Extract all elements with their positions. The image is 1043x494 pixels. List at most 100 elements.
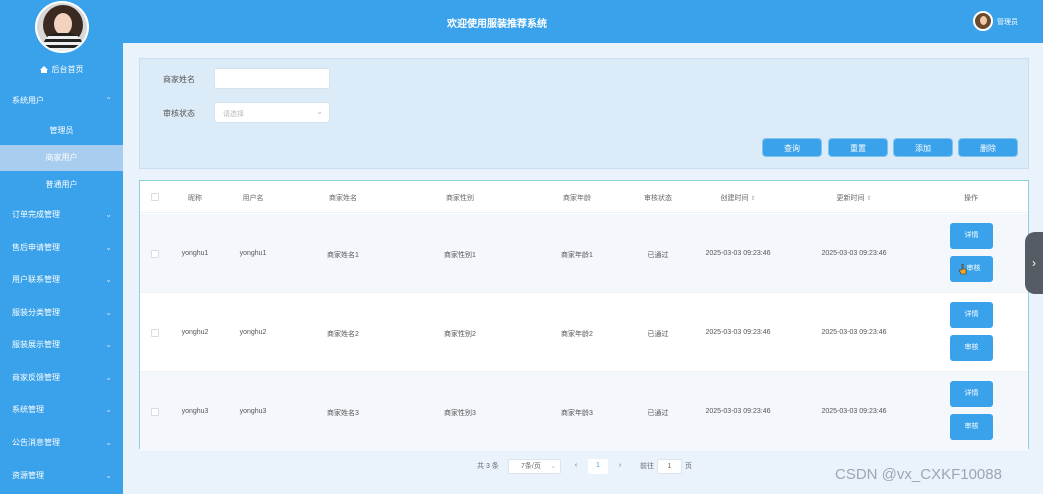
chevron-down-icon: ⌄	[316, 107, 323, 116]
sidebar-item-merchant-feedback[interactable]: 商家反馈管理 ⌄	[0, 365, 123, 391]
column-header: 商家姓名	[329, 195, 357, 202]
page-suffix: 页	[685, 463, 692, 470]
cell-created: 2025-03-03 09:23:46	[705, 408, 771, 415]
column-header: 操作	[964, 195, 978, 202]
top-header: 欢迎使用服装推荐系统 管理员	[123, 0, 1043, 43]
row-checkbox[interactable]	[151, 250, 159, 258]
sidebar: 后台首页 系统用户 ⌃ 管理员 商家用户 普通用户 订单完成管理 ⌄ 售后申请管…	[0, 0, 123, 494]
sidebar-item-home[interactable]: 后台首页	[0, 57, 123, 83]
chevron-right-icon[interactable]: ›	[1025, 232, 1043, 294]
cell-nickname: yonghu3	[181, 408, 209, 415]
chevron-up-icon: ⌃	[105, 96, 112, 105]
column-header-updated[interactable]: 更新时间 ⇕	[836, 193, 871, 203]
sidebar-subitem-normal-users[interactable]: 普通用户	[0, 172, 123, 198]
sidebar-item-system-management[interactable]: 系统管理 ⌄	[0, 397, 123, 423]
cell-gender: 商家性别2	[444, 331, 476, 338]
detail-button[interactable]: 详情	[950, 302, 993, 328]
cell-gender: 商家性别3	[444, 410, 476, 417]
cell-age: 商家年龄2	[561, 331, 593, 338]
page-size-select[interactable]: 7条/页 ⌄	[508, 459, 561, 474]
column-header: 商家性别	[446, 195, 474, 202]
cell-username: yonghu3	[239, 408, 267, 415]
column-header: 商家年龄	[563, 195, 591, 202]
review-status-label: 审核状态	[163, 109, 195, 118]
cell-updated: 2025-03-03 09:23:46	[821, 329, 887, 336]
sidebar-subitem-merchant-users[interactable]: 商家用户	[0, 145, 123, 171]
cell-updated: 2025-03-03 09:23:46	[821, 408, 887, 415]
cell-nickname: yonghu1	[181, 250, 209, 257]
sidebar-item-announcements[interactable]: 公告消息管理 ⌄	[0, 430, 123, 456]
cell-status: 已通过	[647, 252, 669, 259]
table-row: yonghu1 yonghu1 商家姓名1 商家性别1 商家年龄1 已通过 20…	[140, 214, 1028, 293]
merchant-name-input[interactable]	[214, 68, 330, 89]
table-row: yonghu2 yonghu2 商家姓名2 商家性别2 商家年龄2 已通过 20…	[140, 293, 1028, 372]
chevron-down-icon: ⌄	[105, 438, 112, 447]
cell-age: 商家年龄1	[561, 252, 593, 259]
column-header: 昵称	[188, 195, 202, 202]
row-checkbox[interactable]	[151, 408, 159, 416]
chevron-down-icon: ⌄	[550, 463, 556, 470]
cell-created: 2025-03-03 09:23:46	[705, 329, 771, 336]
chevron-down-icon: ⌄	[105, 405, 112, 414]
review-button[interactable]: 审核	[950, 335, 993, 361]
chevron-down-icon: ⌄	[105, 340, 112, 349]
row-checkbox[interactable]	[151, 329, 159, 337]
chevron-down-icon: ⌄	[105, 373, 112, 382]
chevron-down-icon: ⌄	[105, 471, 112, 480]
detail-button[interactable]: 详情	[950, 223, 993, 249]
search-panel: 商家姓名 审核状态 请选择 ⌄ 查询 重置 添加 删除	[139, 58, 1029, 169]
sidebar-item-resources[interactable]: 资源管理 ⌄	[0, 463, 123, 489]
page-title: 欢迎使用服装推荐系统	[447, 19, 547, 30]
add-button[interactable]: 添加	[893, 138, 953, 157]
sidebar-item-order-complete[interactable]: 订单完成管理 ⌄	[0, 202, 123, 228]
delete-button[interactable]: 删除	[958, 138, 1018, 157]
current-page[interactable]: 1	[588, 459, 608, 474]
sidebar-item-clothing-category[interactable]: 服装分类管理 ⌄	[0, 300, 123, 326]
user-avatar[interactable]	[973, 11, 993, 31]
detail-button[interactable]: 详情	[950, 381, 993, 407]
cell-name: 商家姓名3	[327, 410, 359, 417]
sidebar-avatar	[35, 1, 89, 53]
sidebar-subitem-admin[interactable]: 管理员	[0, 118, 123, 144]
home-icon	[39, 66, 48, 73]
sidebar-item-clothing-display[interactable]: 服装展示管理 ⌄	[0, 332, 123, 358]
cell-age: 商家年龄3	[561, 410, 593, 417]
cell-username: yonghu1	[239, 250, 267, 257]
query-button[interactable]: 查询	[762, 138, 822, 157]
sort-icon[interactable]: ⇕	[866, 195, 871, 202]
review-status-select[interactable]: 请选择 ⌄	[214, 102, 330, 123]
pagination-total: 共 3 条	[477, 463, 499, 470]
cell-name: 商家姓名1	[327, 252, 359, 259]
hand-cursor-icon	[959, 264, 967, 275]
sidebar-item-user-contact[interactable]: 用户联系管理 ⌄	[0, 267, 123, 293]
next-page-button[interactable]: ›	[614, 459, 626, 474]
reset-button[interactable]: 重置	[828, 138, 888, 157]
cell-nickname: yonghu2	[181, 329, 209, 336]
review-status-placeholder: 请选择	[223, 111, 244, 118]
cell-username: yonghu2	[239, 329, 267, 336]
watermark: CSDN @vx_CXKF10088	[835, 466, 1002, 483]
review-button[interactable]: 审核	[950, 256, 993, 282]
merchant-table: 昵称 用户名 商家姓名 商家性别 商家年龄 审核状态 创建时间 ⇕ 更新时间 ⇕ 操…	[139, 180, 1029, 451]
sidebar-item-after-sales[interactable]: 售后申请管理 ⌄	[0, 235, 123, 261]
user-name[interactable]: 管理员	[997, 17, 1018, 27]
select-all-checkbox[interactable]	[151, 193, 159, 201]
prev-page-button[interactable]: ‹	[570, 459, 582, 474]
cell-updated: 2025-03-03 09:23:46	[821, 250, 887, 257]
merchant-name-label: 商家姓名	[163, 75, 195, 84]
cell-gender: 商家性别1	[444, 252, 476, 259]
cell-status: 已通过	[647, 331, 669, 338]
column-header-created[interactable]: 创建时间 ⇕	[720, 193, 755, 203]
table-row: yonghu3 yonghu3 商家姓名3 商家性别3 商家年龄3 已通过 20…	[140, 372, 1028, 451]
column-header: 用户名	[242, 195, 264, 202]
chevron-down-icon: ⌄	[105, 308, 112, 317]
cell-status: 已通过	[647, 410, 669, 417]
cell-created: 2025-03-03 09:23:46	[705, 250, 771, 257]
goto-page-input[interactable]: 1	[657, 459, 682, 474]
sort-icon[interactable]: ⇕	[750, 195, 755, 202]
review-button[interactable]: 审核	[950, 414, 993, 440]
chevron-down-icon: ⌄	[105, 210, 112, 219]
sidebar-item-system-users[interactable]: 系统用户 ⌃	[0, 88, 123, 114]
chevron-down-icon: ⌄	[105, 243, 112, 252]
chevron-down-icon: ⌄	[105, 275, 112, 284]
